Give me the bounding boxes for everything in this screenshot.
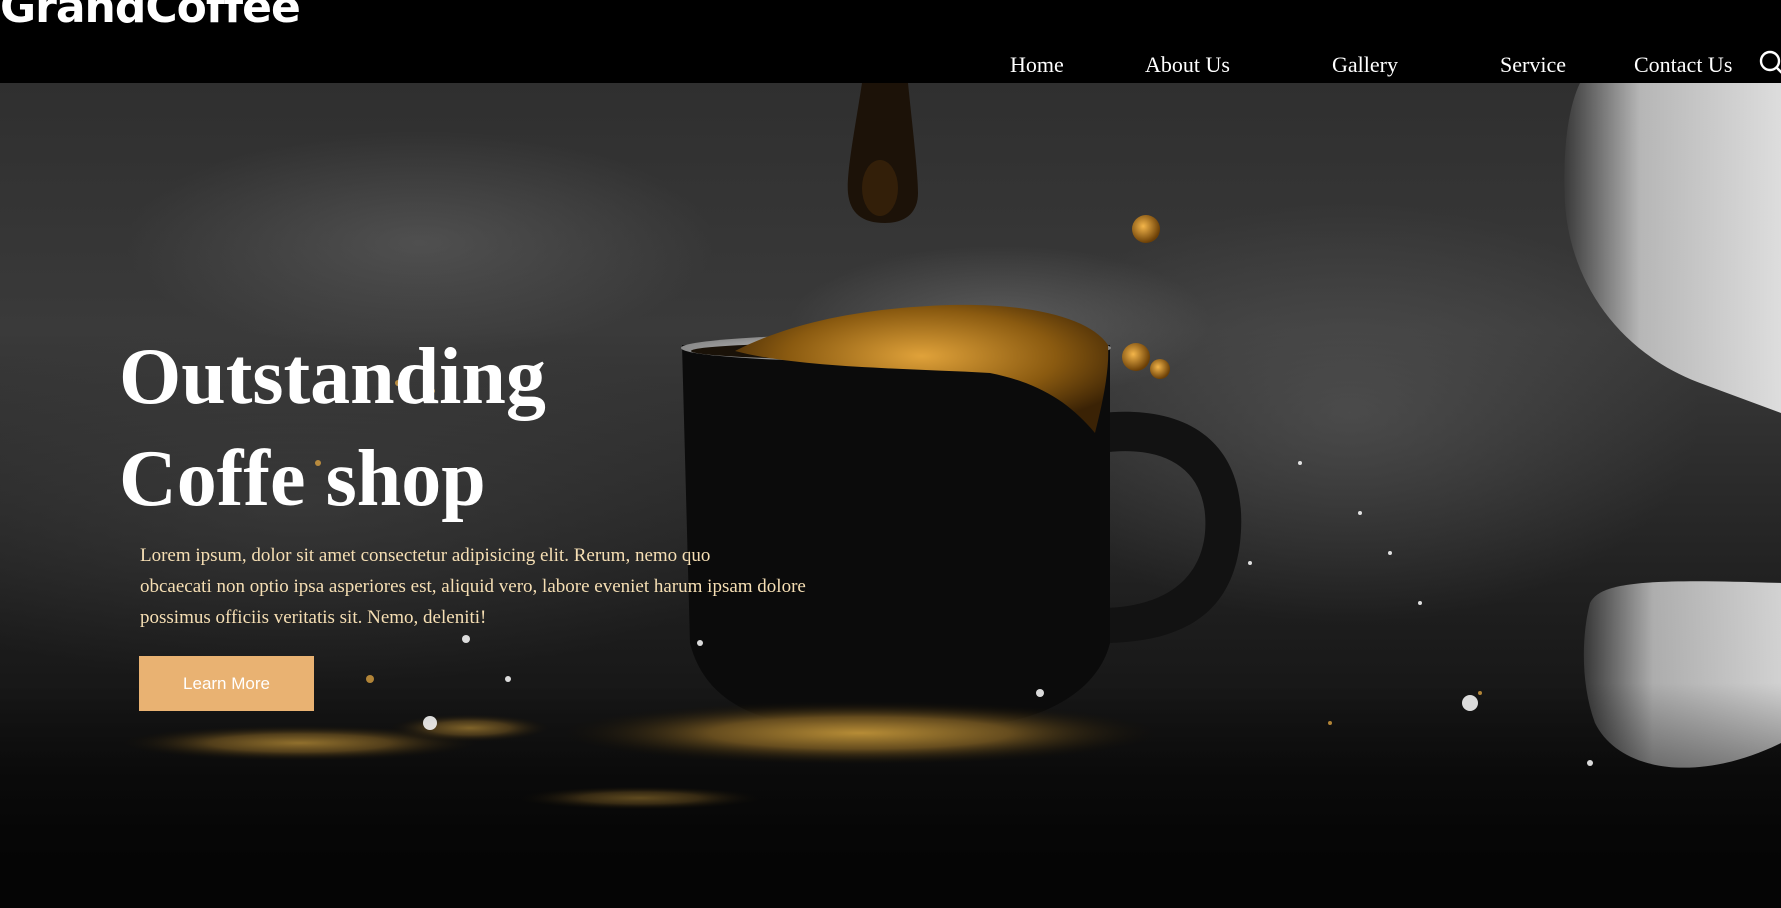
hero-section: Outstanding Coffe shop Lorem ipsum, dolo… [0,83,1781,908]
nav-home[interactable]: Home [1010,54,1064,76]
search-icon [1759,50,1781,74]
nav-contact-us[interactable]: Contact Us [1634,54,1732,76]
hero-description-line-3: possimus officiis veritatis sit. Nemo, d… [140,607,487,628]
nav-gallery[interactable]: Gallery [1332,54,1398,76]
navbar: GrandCoffee Home About Us Gallery Servic… [0,0,1781,83]
hero-title: Outstanding Coffe shop [119,326,739,530]
hero-description-line-1: Lorem ipsum, dolor sit amet consectetur … [140,545,711,566]
nav-service[interactable]: Service [1500,54,1566,76]
page: GrandCoffee Home About Us Gallery Servic… [0,0,1781,908]
nav-about-us[interactable]: About Us [1145,54,1230,76]
search-button[interactable] [1756,49,1781,75]
logo[interactable]: GrandCoffee [0,0,301,30]
hero-description: Lorem ipsum, dolor sit amet consectetur … [140,540,910,633]
learn-more-button[interactable]: Learn More [139,656,314,711]
hero-description-line-2: obcaecati non optio ipsa asperiores est,… [140,576,806,597]
hero-title-line-1: Outstanding [119,333,546,421]
hero-title-line-2: Coffe shop [119,435,486,523]
